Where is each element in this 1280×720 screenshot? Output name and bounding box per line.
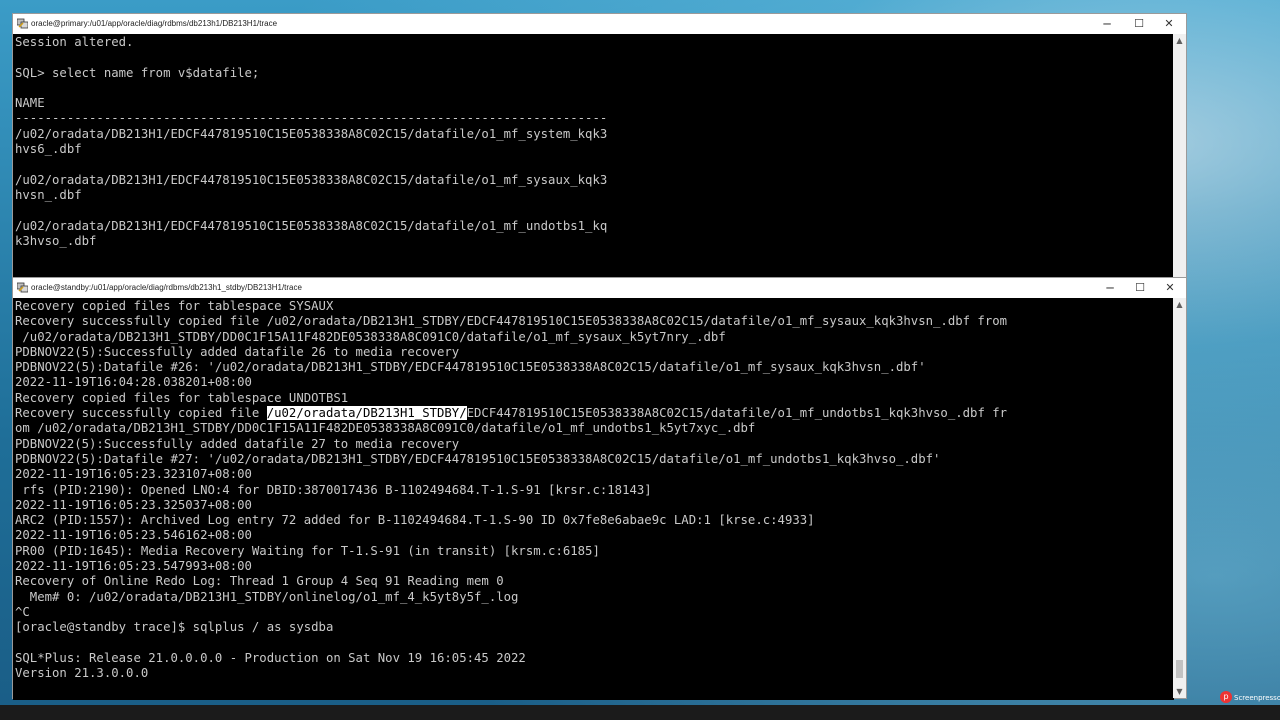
terminal-line: ARC2 (PID:1557): Archived Log entry 72 a… <box>15 513 815 528</box>
primary-terminal-window[interactable]: oracle@primary:/u01/app/oracle/diag/rdbm… <box>12 13 1187 289</box>
terminal-line: 2022-11-19T16:05:23.325037+08:00 <box>15 497 252 512</box>
terminal-line: Version 21.3.0.0.0 <box>15 666 149 681</box>
scroll-up-icon[interactable]: ▲ <box>1173 298 1186 311</box>
terminal-line: PDBNOV22(5):Datafile #27: '/u02/oradata/… <box>15 451 941 466</box>
terminal-line: /u02/oradata/DB213H1/EDCF447819510C15E05… <box>15 218 608 233</box>
standby-titlebar[interactable]: oracle@standby:/u01/app/oracle/diag/rdbm… <box>13 278 1186 298</box>
minimize-button[interactable]: ─ <box>1092 14 1122 34</box>
minimize-button[interactable]: ─ <box>1095 278 1125 298</box>
terminal-line: rfs (PID:2190): Opened LNO:4 for DBID:38… <box>15 482 652 497</box>
terminal-line: SQL> select name from v$datafile; <box>15 65 260 80</box>
terminal-line: 2022-11-19T16:05:23.547993+08:00 <box>15 559 252 574</box>
terminal-line: om /u02/oradata/DB213H1_STDBY/DD0C1F15A1… <box>15 421 756 436</box>
terminal-line: PR00 (PID:1645): Media Recovery Waiting … <box>15 543 600 558</box>
terminal-line: k3hvso_.dbf <box>15 233 97 248</box>
primary-terminal-output[interactable]: Session altered. SQL> select name from v$… <box>13 34 1174 289</box>
close-button[interactable]: ✕ <box>1155 278 1185 298</box>
terminal-line: ^C <box>15 604 30 619</box>
selected-text: /u02/oradata/DB213H1_STDBY/ <box>266 406 467 421</box>
terminal-line: hvs6_.dbf <box>15 142 82 157</box>
terminal-line: /u02/oradata/DB213H1_STDBY/DD0C1F15A11F4… <box>15 329 726 344</box>
terminal-text: Recovery successfully copied file <box>15 406 267 421</box>
taskbar <box>0 705 1280 720</box>
terminal-line: 2022-11-19T16:05:23.323107+08:00 <box>15 467 252 482</box>
putty-icon <box>17 18 28 29</box>
terminal-line: 2022-11-19T16:04:28.038201+08:00 <box>15 375 252 390</box>
scrollbar-thumb[interactable] <box>1176 660 1183 678</box>
close-button[interactable]: ✕ <box>1154 14 1184 34</box>
primary-titlebar[interactable]: oracle@primary:/u01/app/oracle/diag/rdbm… <box>13 14 1186 34</box>
terminal-line: /u02/oradata/DB213H1/EDCF447819510C15E05… <box>15 126 608 141</box>
terminal-line: PDBNOV22(5):Successfully added datafile … <box>15 344 460 359</box>
terminal-line: NAME <box>15 96 45 111</box>
terminal-line: ----------------------------------------… <box>15 111 608 126</box>
terminal-line: Recovery of Online Redo Log: Thread 1 Gr… <box>15 574 504 589</box>
scroll-up-icon[interactable]: ▲ <box>1173 34 1186 47</box>
terminal-line: Session altered. <box>15 35 134 49</box>
terminal-line: Recovery copied files for tablespace UND… <box>15 390 349 405</box>
terminal-line: Recovery successfully copied file /u02/o… <box>13 406 1174 421</box>
terminal-line: SQL*Plus: Release 21.0.0.0.0 - Productio… <box>15 650 526 665</box>
terminal-line: [oracle@standby trace]$ sqlplus / as sys… <box>15 620 334 635</box>
terminal-line: /u02/oradata/DB213H1/EDCF447819510C15E05… <box>15 172 608 187</box>
terminal-line: Recovery copied files for tablespace SYS… <box>15 299 334 313</box>
terminal-text: EDCF447819510C15E0538338A8C02C15/datafil… <box>466 406 1008 421</box>
scroll-down-icon[interactable]: ▼ <box>1173 685 1186 698</box>
maximize-button[interactable]: ☐ <box>1125 278 1155 298</box>
terminal-line: Recovery successfully copied file /u02/o… <box>15 314 1008 329</box>
terminal-line: Mem# 0: /u02/oradata/DB213H1_STDBY/onlin… <box>15 589 519 604</box>
maximize-button[interactable]: ☐ <box>1124 14 1154 34</box>
putty-icon <box>17 282 28 293</box>
screenpresso-logo-icon: p <box>1220 691 1232 703</box>
screenpresso-watermark: p Screenpresso <box>1220 673 1280 703</box>
standby-terminal-window[interactable]: oracle@standby:/u01/app/oracle/diag/rdbm… <box>12 277 1187 700</box>
terminal-line: PDBNOV22(5):Datafile #26: '/u02/oradata/… <box>15 360 926 375</box>
window-title: oracle@primary:/u01/app/oracle/diag/rdbm… <box>31 19 278 28</box>
standby-scrollbar[interactable]: ▲ ▼ <box>1173 298 1186 698</box>
primary-scrollbar[interactable]: ▲ <box>1173 34 1186 287</box>
terminal-line: hvsn_.dbf <box>15 187 82 202</box>
watermark-text: Screenpresso <box>1234 694 1280 702</box>
terminal-line: 2022-11-19T16:05:23.546162+08:00 <box>15 528 252 543</box>
window-title: oracle@standby:/u01/app/oracle/diag/rdbm… <box>31 283 302 292</box>
terminal-line: PDBNOV22(5):Successfully added datafile … <box>15 436 460 451</box>
standby-terminal-output[interactable]: Recovery copied files for tablespace SYS… <box>13 298 1174 700</box>
